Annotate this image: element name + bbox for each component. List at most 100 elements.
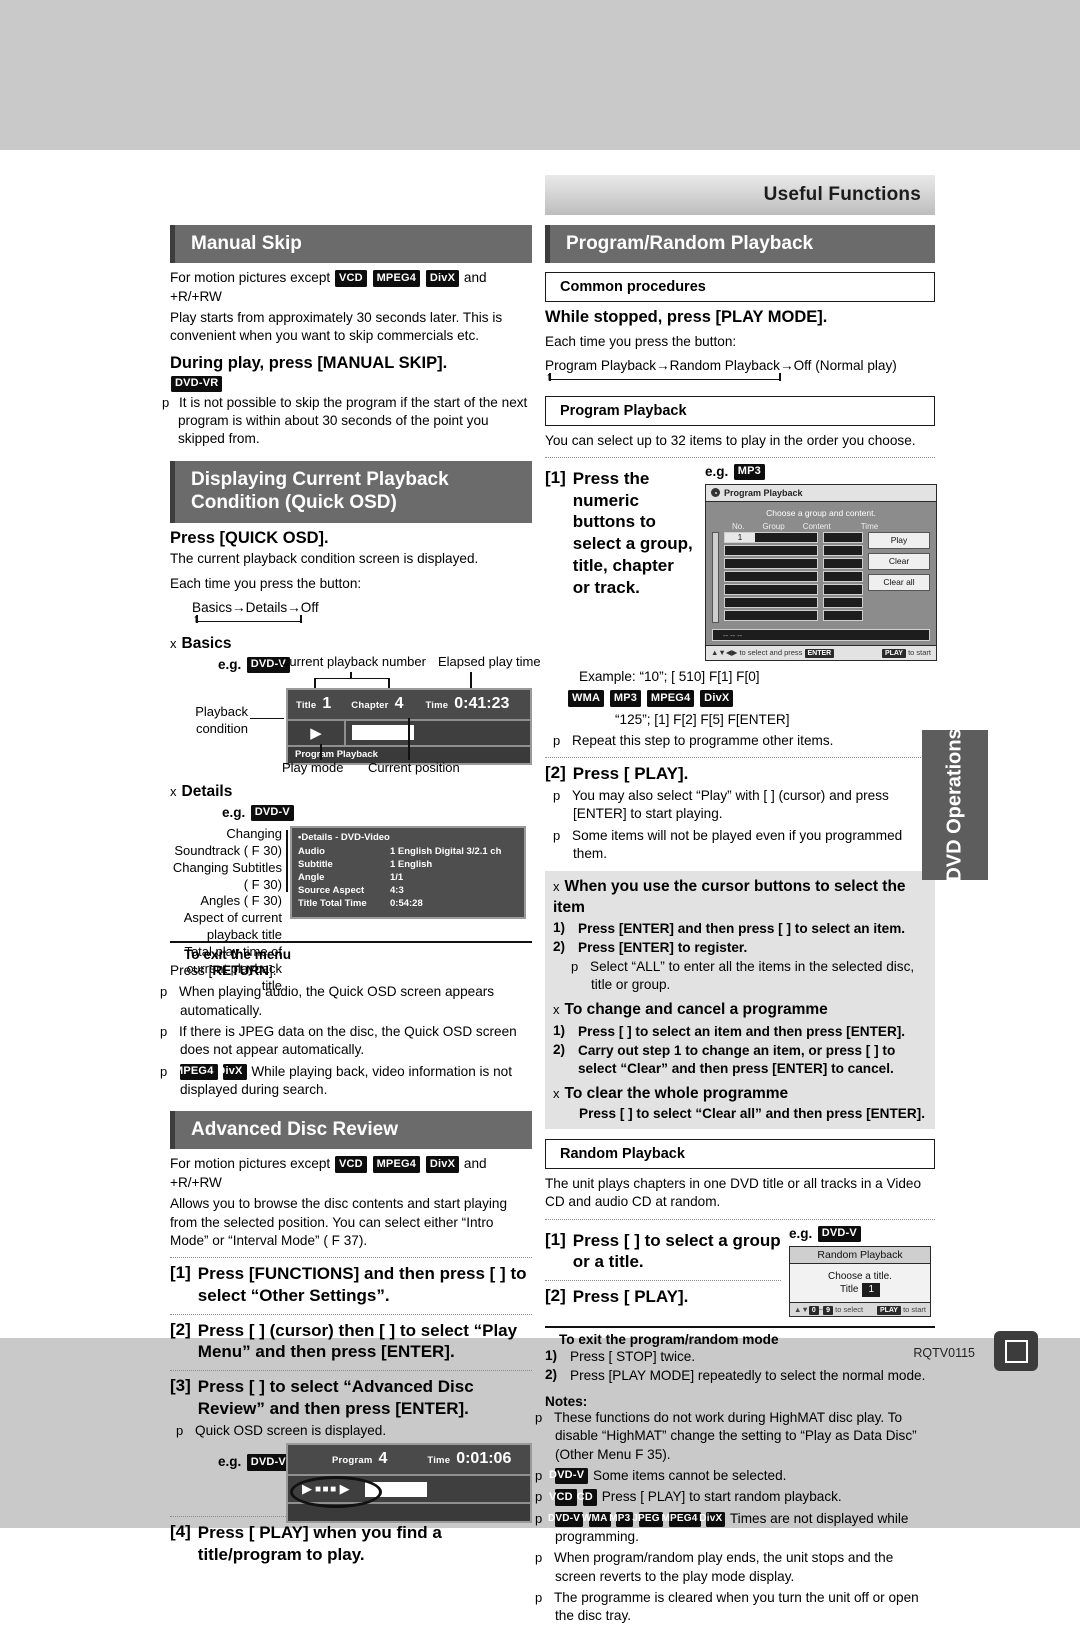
details-eg-label: e.g.: [222, 804, 246, 820]
note-item-5: p When program/random play ends, the unit…: [535, 1549, 935, 1586]
random-playback-desc: The unit plays chapters in one DVD title…: [545, 1176, 922, 1210]
note-item-1: p These functions do not work during High…: [535, 1409, 935, 1464]
pp-repeat-note: p Repeat this step to programme other ite…: [545, 732, 935, 750]
footer-right: PLAY to start: [881, 648, 931, 659]
bullet-glyph: p: [535, 1550, 543, 1566]
scrollbar[interactable]: [712, 531, 719, 623]
row-main-cell[interactable]: [724, 557, 818, 569]
disc-icon: [711, 488, 720, 498]
quick-osd-cycle-text: Basics→Details→Off: [192, 599, 319, 615]
random-dialog-body: Choose a title. Title 1: [790, 1263, 930, 1302]
clear-section-heading-text: To clear the whole programme: [564, 1084, 789, 1102]
note-item-2: p DVD-V Some items cannot be selected.: [535, 1467, 935, 1485]
osd-details-value: 1/1: [390, 871, 404, 883]
pp-step-1-text: Press the numeric buttons to select a gr…: [572, 468, 693, 597]
random-footer-right-text: to start: [903, 1304, 926, 1314]
media-tag-mp3: MP3: [733, 463, 765, 481]
row-main-cell[interactable]: [724, 544, 818, 556]
dialog-grid: 1 Play Clear Clear all: [706, 531, 936, 627]
row-time-cell[interactable]: [823, 609, 863, 621]
table-row[interactable]: [724, 596, 863, 608]
media-tag-vcd: VCD: [334, 270, 367, 287]
bullet-glyph: p: [553, 787, 561, 803]
col-content: Content: [802, 521, 831, 531]
cycle-loop-arrow: ↑: [192, 613, 532, 628]
media-tag-dvdv-n2: DVD-V: [549, 1467, 589, 1485]
osd-time-label: Time: [425, 699, 449, 711]
adr-step-2: [2] Press [ ] (cursor) then [ ] to selec…: [170, 1320, 532, 1364]
clear-button[interactable]: Clear: [868, 552, 930, 570]
table-row[interactable]: [724, 583, 863, 595]
change-item-1-text: Press [ ] to select an item and then pre…: [578, 1023, 906, 1039]
osd-chapter-label: Chapter: [351, 699, 389, 711]
play-button[interactable]: Play: [868, 531, 930, 549]
table-row: Angle 1/1: [298, 871, 518, 884]
adr-step-4-num: [4]: [170, 1522, 191, 1542]
osd-position-bar: [352, 725, 414, 741]
cycle-loop-arrow: ↑: [545, 371, 935, 386]
pp-step-2-note-2-text: Some items will not be played even if yo…: [572, 827, 903, 862]
osd-details-key: Source Aspect: [298, 884, 365, 896]
table-row[interactable]: [724, 544, 863, 556]
table-row: Subtitle 1 English: [298, 858, 518, 871]
pp-step-2-note-1-text: You may also select “Play” with [ ] (cur…: [572, 787, 889, 822]
row-time-cell[interactable]: [823, 570, 863, 582]
exit-item-1: 1) Press [ STOP] twice.: [545, 1348, 935, 1366]
row-main-cell[interactable]: [724, 596, 818, 608]
media-tag-mpeg4-n4: MPEG4: [662, 1512, 701, 1527]
dialog-title-bar: Program Playback: [706, 484, 936, 502]
page-top-band: [0, 0, 1080, 150]
details-callout-list: Changing Soundtrack ( F 30) Changing Sub…: [170, 826, 282, 995]
osd-chapter-value: 4: [394, 694, 404, 712]
adr-step-4: [4] Press [ PLAY] when you find a title/…: [170, 1522, 532, 1566]
media-tag-dvdv-rp: DVD-V: [817, 1225, 861, 1243]
row-time-cell[interactable]: [823, 557, 863, 569]
row-time-cell[interactable]: [823, 544, 863, 556]
row-main-cell[interactable]: [724, 570, 818, 582]
osd-basics-row-info: Title 1 Chapter 4 Time 0:41:23: [288, 689, 530, 721]
table-row[interactable]: 1: [724, 531, 863, 543]
random-dialog-title: Random Playback: [790, 1246, 930, 1264]
bullet-glyph: p: [571, 958, 579, 974]
side-tab-label: DVD Operations: [943, 728, 966, 882]
table-row[interactable]: [724, 570, 863, 582]
media-tag-dvdvr: DVD-VR: [171, 375, 223, 393]
gray-instruction-block: x When you use the cursor buttons to sele…: [545, 871, 935, 1129]
col-no: No.: [732, 521, 745, 531]
row-time-cell[interactable]: [823, 583, 863, 595]
row-main-cell[interactable]: [724, 609, 818, 621]
table-row[interactable]: [724, 609, 863, 621]
row-main-cell[interactable]: 1: [724, 531, 818, 543]
adr-step-1: [1] Press [FUNCTIONS] and then press [ ]…: [170, 1263, 532, 1307]
adr-step-3: [3] Press [ ] to select “Advanced Disc R…: [170, 1376, 532, 1420]
adr-step-3-num: [3]: [170, 1376, 191, 1396]
callout-aspect: Aspect of current playback title: [183, 910, 282, 943]
left-column: Manual Skip For motion pictures except V…: [160, 225, 541, 1568]
adr-step-4-text: Press [ PLAY] when you find a title/prog…: [197, 1523, 442, 1564]
dialog-random-playback[interactable]: Random Playback Choose a title. Title 1 ▲…: [789, 1245, 931, 1317]
manual-skip-note: p It is not possible to skip the program …: [162, 394, 532, 449]
manual-skip-desc: Play starts from approximately 30 second…: [170, 309, 503, 344]
osd-details-value: 0:54:28: [390, 897, 423, 909]
row-main-cell[interactable]: [724, 583, 818, 595]
divider: [545, 1280, 781, 1282]
section-heading-program-random: Program/Random Playback: [545, 225, 935, 264]
osd-details-key: Subtitle: [298, 858, 333, 870]
rp-step-1: [1] Press [ ] to select a group or a tit…: [545, 1230, 781, 1274]
row-time-cell[interactable]: [823, 596, 863, 608]
clear-all-button[interactable]: Clear all: [868, 573, 930, 591]
osd-details-value: 1 English Digital 3/2.1 ch: [390, 845, 502, 857]
dialog-program-playback[interactable]: Program Playback Choose a group and cont…: [705, 483, 937, 661]
divider: [545, 757, 935, 759]
program-random-cycle-text: Program Playback→Random Playback→Off (No…: [545, 357, 897, 373]
callout-changing-subtitles: Changing Subtitles ( F 30): [172, 859, 282, 892]
row-time-cell[interactable]: [823, 531, 863, 543]
table-row[interactable]: [724, 557, 863, 569]
media-tag-mpeg4-note: MPEG4: [174, 1063, 218, 1081]
dialog-buttons: Play Clear Clear all: [868, 531, 930, 623]
random-dialog-title-value[interactable]: 1: [862, 1283, 881, 1297]
enter-key-badge: ENTER: [804, 649, 835, 659]
program-rows: 1: [724, 531, 863, 623]
manual-skip-intro: For motion pictures except VCD MPEG4 Div…: [170, 269, 532, 306]
random-dialog-line1: Choose a title.: [828, 1270, 892, 1282]
